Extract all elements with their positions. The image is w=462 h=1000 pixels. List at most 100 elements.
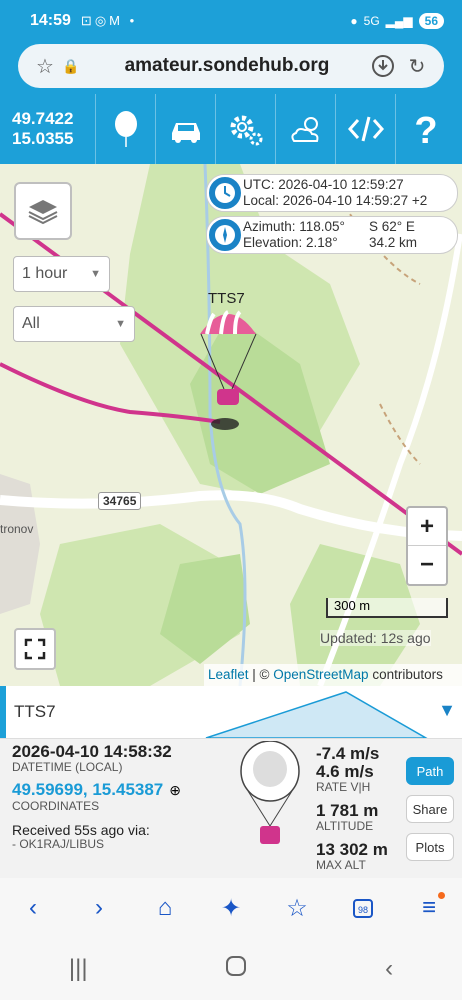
timerange-value: 1 hour [22, 265, 68, 282]
utc-time: UTC: 2026-04-10 12:59:27 [243, 177, 404, 192]
zoom-control: + − [406, 506, 448, 586]
system-nav: ||| ‹ [0, 938, 462, 1000]
max-altitude-label: MAX ALT [316, 858, 366, 872]
received-text: Received 55s ago via: [12, 822, 150, 838]
bookmark-star-icon[interactable]: ☆ [275, 886, 319, 930]
plots-button[interactable]: Plots [406, 833, 454, 861]
app-root: 14:59 ⊡◎M • ● 5G ▂▄▆ 56 ☆ 🔒 amateur.sond… [0, 0, 462, 1000]
payload-stats: -7.4 m/s 4.6 m/s RATE V|H 1 781 m ALTITU… [316, 745, 388, 872]
road-number: 34765 [98, 492, 142, 510]
payload-panel-header[interactable]: TTS7 ▼ [0, 686, 462, 738]
notification-icons: ⊡◎M • [80, 13, 138, 28]
my-longitude: 15.0355 [12, 129, 74, 148]
payload-datetime: 2026-04-10 14:58:32 [12, 742, 172, 761]
payload-coordinates[interactable]: 49.59699, 15.45387 [12, 780, 163, 800]
leaflet-link[interactable]: Leaflet [208, 667, 249, 682]
lock-icon[interactable]: 🔒 [58, 53, 84, 79]
share-button[interactable]: Share [406, 795, 454, 823]
filter-select[interactable]: All ▼ [13, 306, 135, 342]
fullscreen-button[interactable] [14, 628, 56, 670]
time-box: UTC: 2026-04-10 12:59:27 Local: 2026-04-… [206, 174, 458, 212]
embed-tool[interactable] [335, 94, 395, 164]
code-icon [347, 116, 384, 142]
url-bar[interactable]: ☆ 🔒 amateur.sondehub.org ↻ [18, 44, 444, 88]
clock-icon [207, 175, 243, 211]
url-text[interactable]: amateur.sondehub.org [84, 55, 370, 77]
datetime-label: DATETIME (LOCAL) [12, 760, 123, 774]
attrib-contributors: contributors [368, 667, 443, 682]
location-icon: ● [350, 14, 358, 28]
rate-vertical: -7.4 m/s [316, 744, 380, 763]
weather-tool[interactable] [275, 94, 335, 164]
updated-status: Updated: 12s ago [320, 630, 431, 646]
chevron-down-icon: ▼ [90, 268, 101, 280]
my-location: 49.7422 15.0355 [0, 109, 95, 149]
car-tool[interactable] [155, 94, 215, 164]
balloon-tool[interactable] [95, 94, 155, 164]
elevation-row: Elevation: 2.18° 34.2 km [243, 235, 457, 251]
zoom-out-button[interactable]: − [408, 546, 446, 584]
map-attribution: Leaflet | © OpenStreetMap contributors [204, 664, 462, 686]
home-circle-icon[interactable] [225, 955, 247, 984]
coordinates-label: COORDINATES [12, 799, 100, 813]
clock: 14:59 [30, 12, 71, 29]
collapse-arrow-icon[interactable]: ▼ [438, 700, 456, 721]
azimuth: Azimuth: 118.05° [243, 219, 345, 234]
signal-icon: ▂▄▆ [385, 14, 413, 28]
browser-bottom-nav: ‹ › ⌂ ✦ ☆ 98 ≡ [0, 878, 462, 938]
payload-panel-body: 2026-04-10 14:58:32 DATETIME (LOCAL) 49.… [0, 738, 462, 878]
tabs-icon[interactable]: 98 [341, 886, 385, 930]
recent-apps-icon[interactable]: ||| [69, 955, 88, 983]
timerange-select[interactable]: 1 hour ▼ [13, 256, 110, 292]
star-icon[interactable]: ☆ [32, 53, 58, 79]
osm-link[interactable]: OpenStreetMap [273, 667, 368, 682]
local-time: Local: 2026-04-10 14:59:27 +2 [243, 193, 428, 208]
menu-icon[interactable]: ≡ [407, 886, 451, 930]
balloon-icon [114, 111, 137, 147]
chevron-down-icon: ▼ [115, 318, 126, 330]
layers-icon [28, 200, 58, 225]
scale-bar: 300 m [326, 598, 448, 618]
settings-tool[interactable] [215, 94, 275, 164]
sparkle-icon[interactable]: ✦ [209, 886, 253, 930]
filter-value: All [22, 315, 40, 332]
position-box: Azimuth: 118.05° S 62° E Elevation: 2.18… [206, 216, 458, 254]
altitude-value: 1 781 m [316, 801, 379, 820]
back-icon[interactable]: ‹ [11, 886, 55, 930]
compass-icon [207, 217, 243, 253]
weather-icon [290, 117, 318, 142]
max-altitude-value: 13 302 m [316, 840, 388, 859]
attrib-separator: | © [248, 667, 274, 682]
browser-header: ☆ 🔒 amateur.sondehub.org ↻ [0, 42, 462, 94]
map-view[interactable]: 1 hour ▼ All ▼ UTC: 2026-04-10 12:59:27 … [0, 164, 462, 686]
distance: 34.2 km [369, 235, 418, 250]
balloon-illustration [240, 741, 300, 844]
help-tool[interactable]: ? [395, 94, 455, 164]
app-toolbar: 49.7422 15.0355 ? [0, 94, 462, 164]
crosshair-icon[interactable]: ⊕ [169, 782, 181, 799]
refresh-icon[interactable]: ↻ [404, 53, 430, 79]
battery-badge: 56 [418, 13, 444, 29]
gears-icon [230, 115, 262, 146]
signal-label: 5G [363, 14, 380, 28]
question-icon: ? [414, 110, 437, 149]
layers-button[interactable] [14, 182, 72, 240]
forward-icon[interactable]: › [77, 886, 121, 930]
azimuth-row: Azimuth: 118.05° S 62° E [243, 219, 457, 235]
path-button[interactable]: Path [406, 757, 454, 785]
elevation: Elevation: 2.18° [243, 235, 338, 250]
home-icon[interactable]: ⌂ [143, 886, 187, 930]
download-icon[interactable] [370, 53, 396, 79]
altitude-profile [205, 691, 428, 738]
notification-dot [438, 892, 445, 899]
coords-row: 49.59699, 15.45387 ⊕ [12, 780, 181, 800]
zoom-in-button[interactable]: + [408, 508, 446, 546]
direction: S 62° E [369, 219, 415, 234]
town-label: tronov [0, 522, 34, 536]
payload-marker-label[interactable]: TTS7 [208, 290, 245, 307]
altitude-label: ALTITUDE [316, 819, 374, 833]
system-back-icon[interactable]: ‹ [385, 955, 393, 983]
rate-horizontal: 4.6 m/s [316, 762, 374, 781]
status-bar: 14:59 ⊡◎M • ● 5G ▂▄▆ 56 [0, 0, 462, 42]
svg-text:98: 98 [358, 905, 368, 915]
